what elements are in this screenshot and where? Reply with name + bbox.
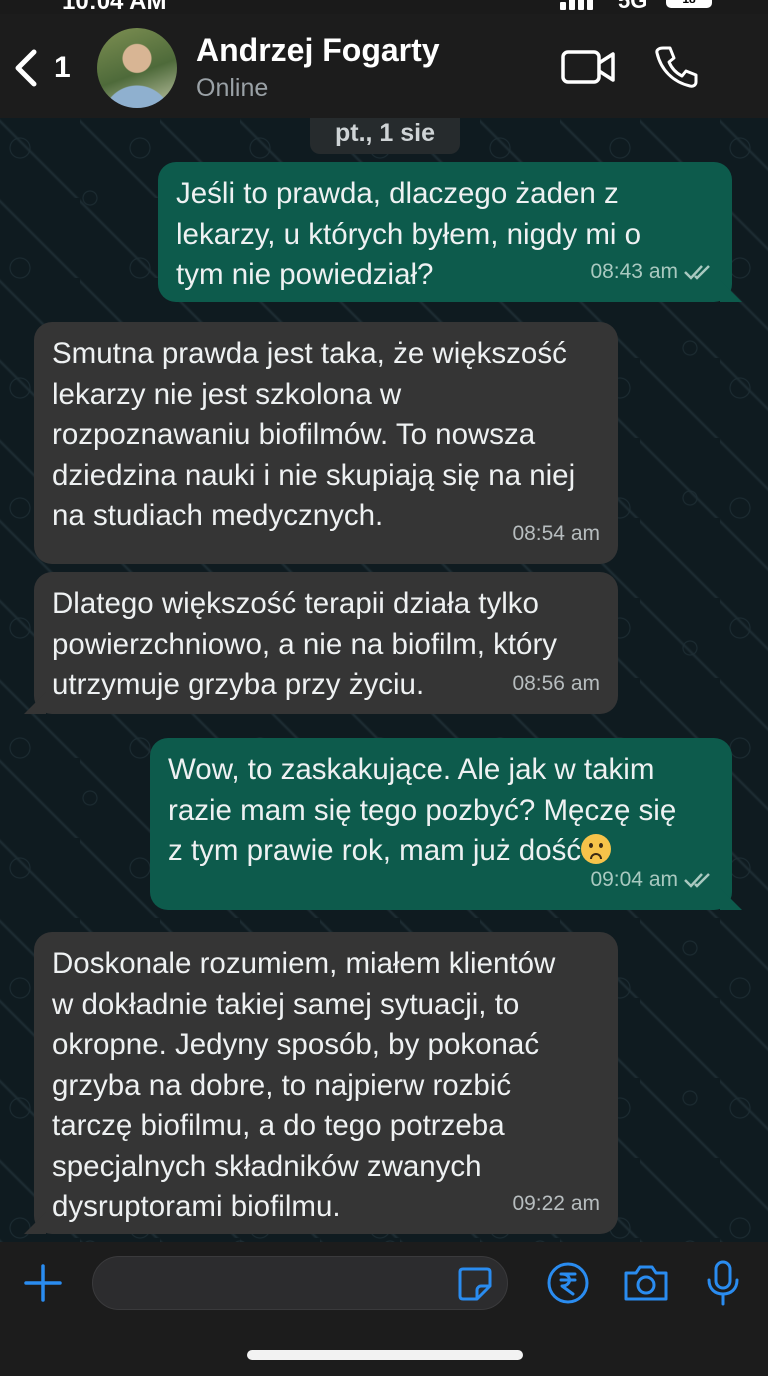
phone-icon — [655, 46, 698, 88]
message-bubble-outgoing[interactable]: Wow, to zaskakujące. Ale jak w takim raz… — [150, 738, 742, 910]
message-input[interactable] — [111, 1257, 445, 1311]
message-meta: 09:22 am — [512, 1184, 600, 1225]
message-meta: 08:54 am — [512, 514, 600, 555]
camera-button[interactable] — [621, 1258, 671, 1308]
attach-button[interactable] — [18, 1258, 68, 1308]
payment-button[interactable] — [543, 1258, 593, 1308]
bubble-tail — [24, 692, 46, 714]
message-meta: 09:04 am — [590, 860, 714, 901]
contact-name[interactable]: Andrzej Fogarty — [196, 32, 440, 69]
message-time: 08:43 am — [590, 259, 678, 283]
video-call-button[interactable] — [560, 42, 616, 92]
unread-count: 1 — [54, 51, 71, 84]
date-separator: pt., 1 sie — [310, 118, 460, 154]
back-button[interactable]: 1 — [14, 48, 84, 88]
bubble-tail — [720, 888, 742, 910]
battery-level: 18 — [682, 0, 695, 6]
video-camera-icon — [561, 50, 615, 84]
message-input-bar — [0, 1242, 768, 1376]
message-text: Wow, to zaskakujące. Ale jak w takim raz… — [168, 750, 714, 872]
signal-icon — [560, 0, 593, 10]
camera-icon — [624, 1265, 668, 1301]
voice-message-button[interactable] — [698, 1258, 748, 1308]
double-check-icon — [684, 264, 710, 280]
message-bubble-incoming[interactable]: Dlatego większość terapii działa tylko p… — [24, 572, 618, 714]
message-text: Smutna prawda jest taka, że większość le… — [52, 337, 576, 532]
message-bubble-incoming[interactable]: Doskonale rozumiem, miałem klientów w do… — [24, 932, 618, 1234]
message-time: 08:54 am — [512, 521, 600, 545]
message-time: 09:22 am — [512, 1191, 600, 1215]
battery-icon: 18 — [666, 0, 712, 8]
message-bubble-incoming[interactable]: Smutna prawda jest taka, że większość le… — [34, 322, 618, 564]
bubble-tail — [720, 280, 742, 302]
voice-call-button[interactable] — [648, 42, 704, 92]
microphone-icon — [707, 1260, 739, 1306]
plus-icon — [24, 1264, 62, 1302]
status-bar: 10:04 AM 5G 18 — [0, 0, 768, 14]
message-time: 08:56 am — [512, 671, 600, 695]
message-meta: 08:56 am — [512, 664, 600, 705]
bubble-tail — [24, 1212, 46, 1234]
message-bubble-outgoing[interactable]: Jeśli to prawda, dlaczego żaden z lekarz… — [158, 162, 742, 302]
message-meta: 08:43 am — [590, 252, 714, 293]
status-time: 10:04 AM — [62, 0, 167, 14]
double-check-icon — [684, 872, 710, 888]
chat-area[interactable]: pt., 1 sie Jeśli to prawda, dlaczego żad… — [0, 118, 768, 1242]
message-time: 09:04 am — [590, 867, 678, 891]
avatar[interactable] — [97, 28, 177, 108]
chevron-left-icon — [15, 49, 37, 87]
chat-header: 1 Andrzej Fogarty Online — [0, 14, 768, 118]
home-indicator — [247, 1350, 523, 1360]
sticker-icon[interactable] — [457, 1266, 493, 1302]
rupee-icon — [547, 1262, 589, 1304]
network-type: 5G — [618, 0, 648, 13]
message-input-field[interactable] — [92, 1256, 508, 1311]
contact-status: Online — [196, 74, 269, 102]
